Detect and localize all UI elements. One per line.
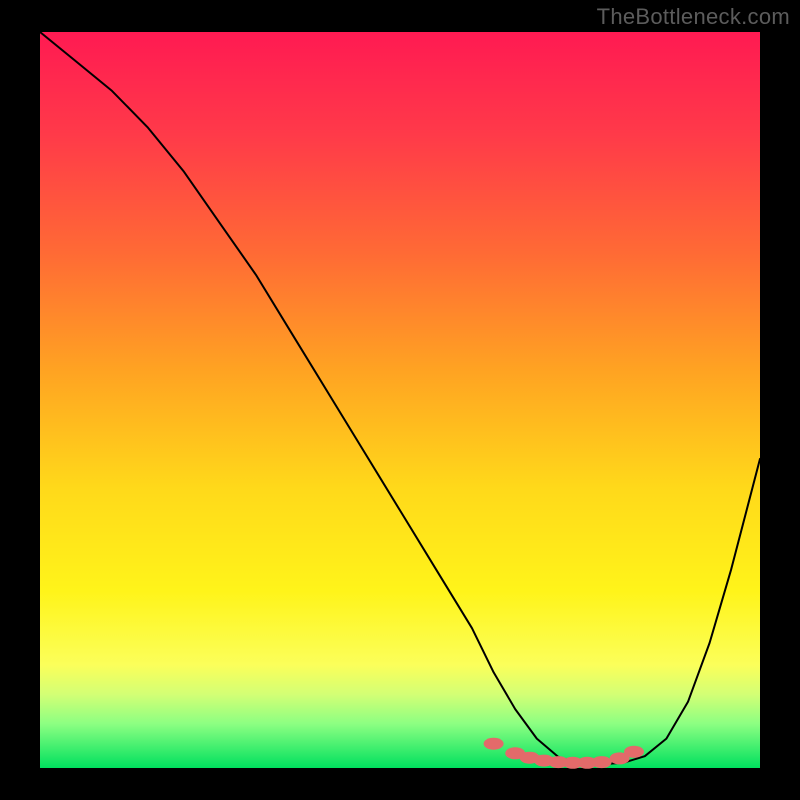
marker-dot (592, 756, 612, 768)
bottleneck-curve (40, 32, 760, 764)
curve-layer (40, 32, 760, 768)
chart-frame: TheBottleneck.com (0, 0, 800, 800)
marker-dot (484, 738, 504, 750)
watermark-text: TheBottleneck.com (597, 4, 790, 30)
marker-group (484, 738, 644, 769)
plot-area (40, 32, 760, 768)
marker-dot (624, 746, 644, 758)
